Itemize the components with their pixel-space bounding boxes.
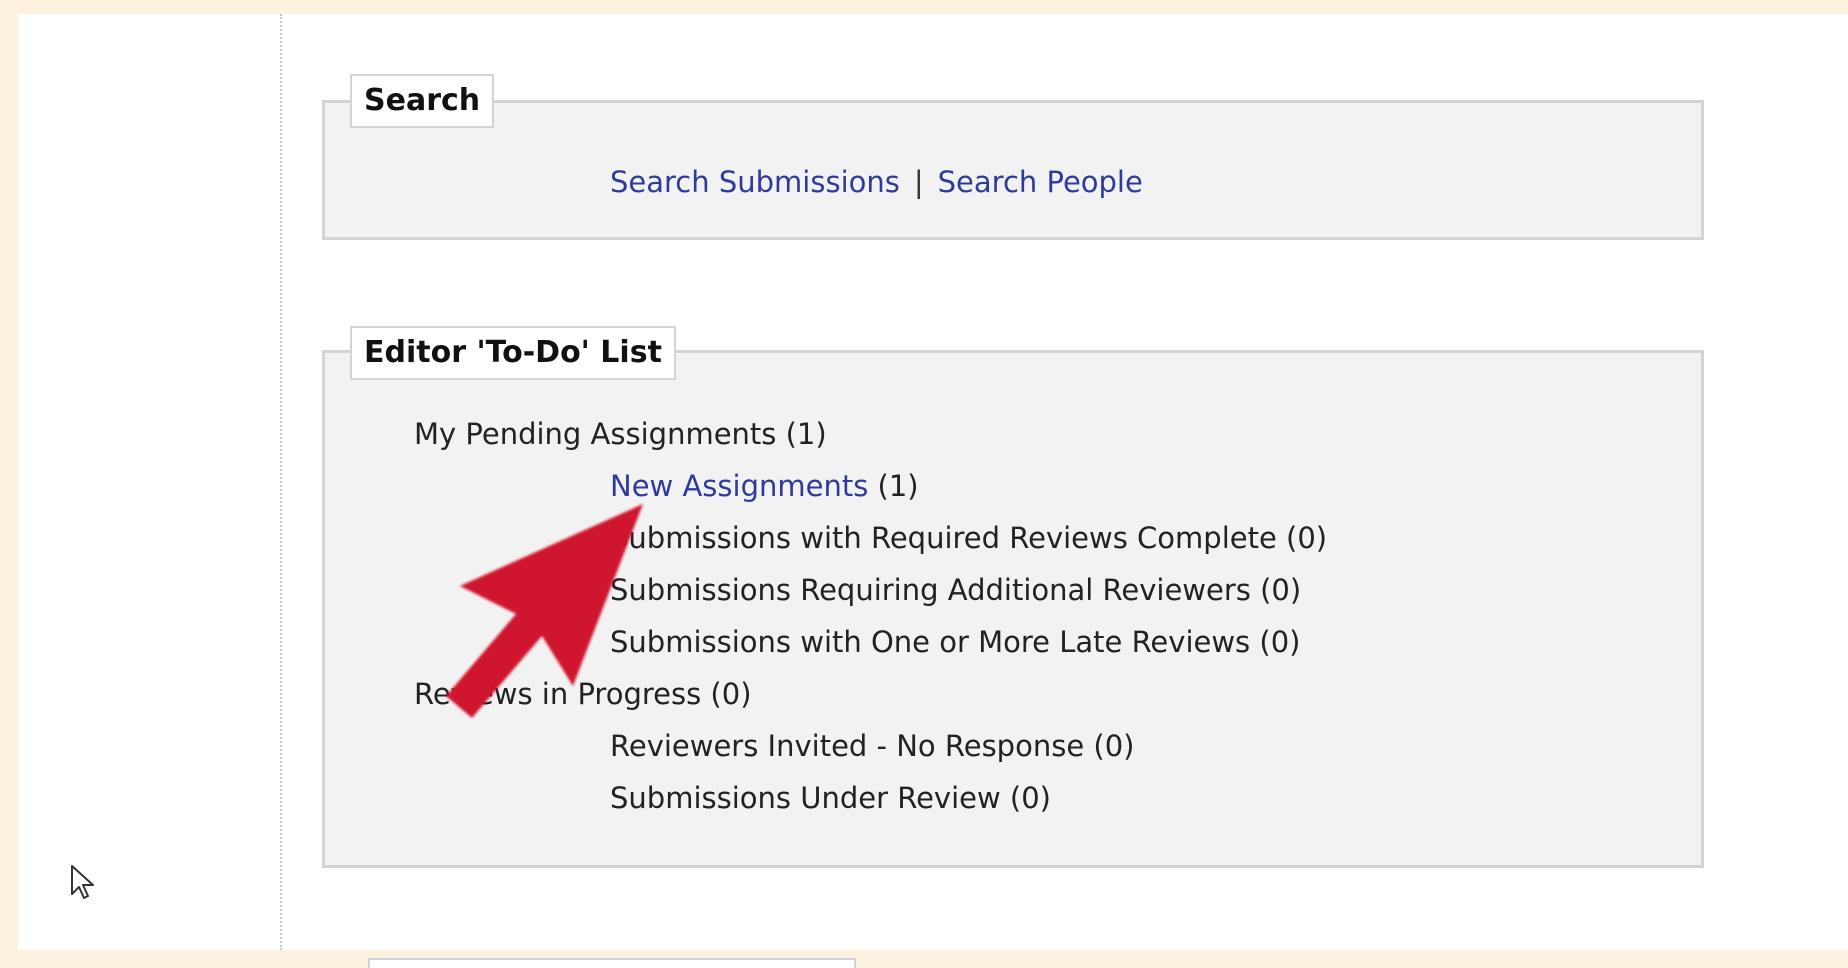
required-reviews-complete-item: Submissions with Required Reviews Comple… bbox=[610, 521, 1328, 555]
submissions-under-review-item: Submissions Under Review (0) bbox=[610, 781, 1051, 815]
reviewers-invited-item: Reviewers Invited - No Response (0) bbox=[610, 729, 1135, 763]
next-panel-legend-edge bbox=[368, 958, 856, 968]
sidebar-divider bbox=[280, 14, 282, 950]
pending-assignments-heading: My Pending Assignments (1) bbox=[414, 417, 827, 451]
todo-panel-legend: Editor 'To-Do' List bbox=[350, 326, 676, 380]
new-assignments-count: (1) bbox=[868, 469, 919, 503]
red-arrow-annotation bbox=[446, 504, 643, 718]
search-people-link[interactable]: Search People bbox=[938, 165, 1143, 199]
search-links-row: Search Submissions | Search People bbox=[610, 164, 1143, 200]
mouse-pointer-icon bbox=[71, 865, 94, 899]
late-reviews-item: Submissions with One or More Late Review… bbox=[610, 625, 1301, 659]
search-submissions-link[interactable]: Search Submissions bbox=[610, 165, 900, 199]
search-panel-legend: Search bbox=[350, 74, 495, 128]
additional-reviewers-item: Submissions Requiring Additional Reviewe… bbox=[610, 573, 1302, 607]
main-page: Search Search Submissions | Search People … bbox=[18, 14, 1848, 968]
search-links-separator: | bbox=[913, 165, 924, 199]
